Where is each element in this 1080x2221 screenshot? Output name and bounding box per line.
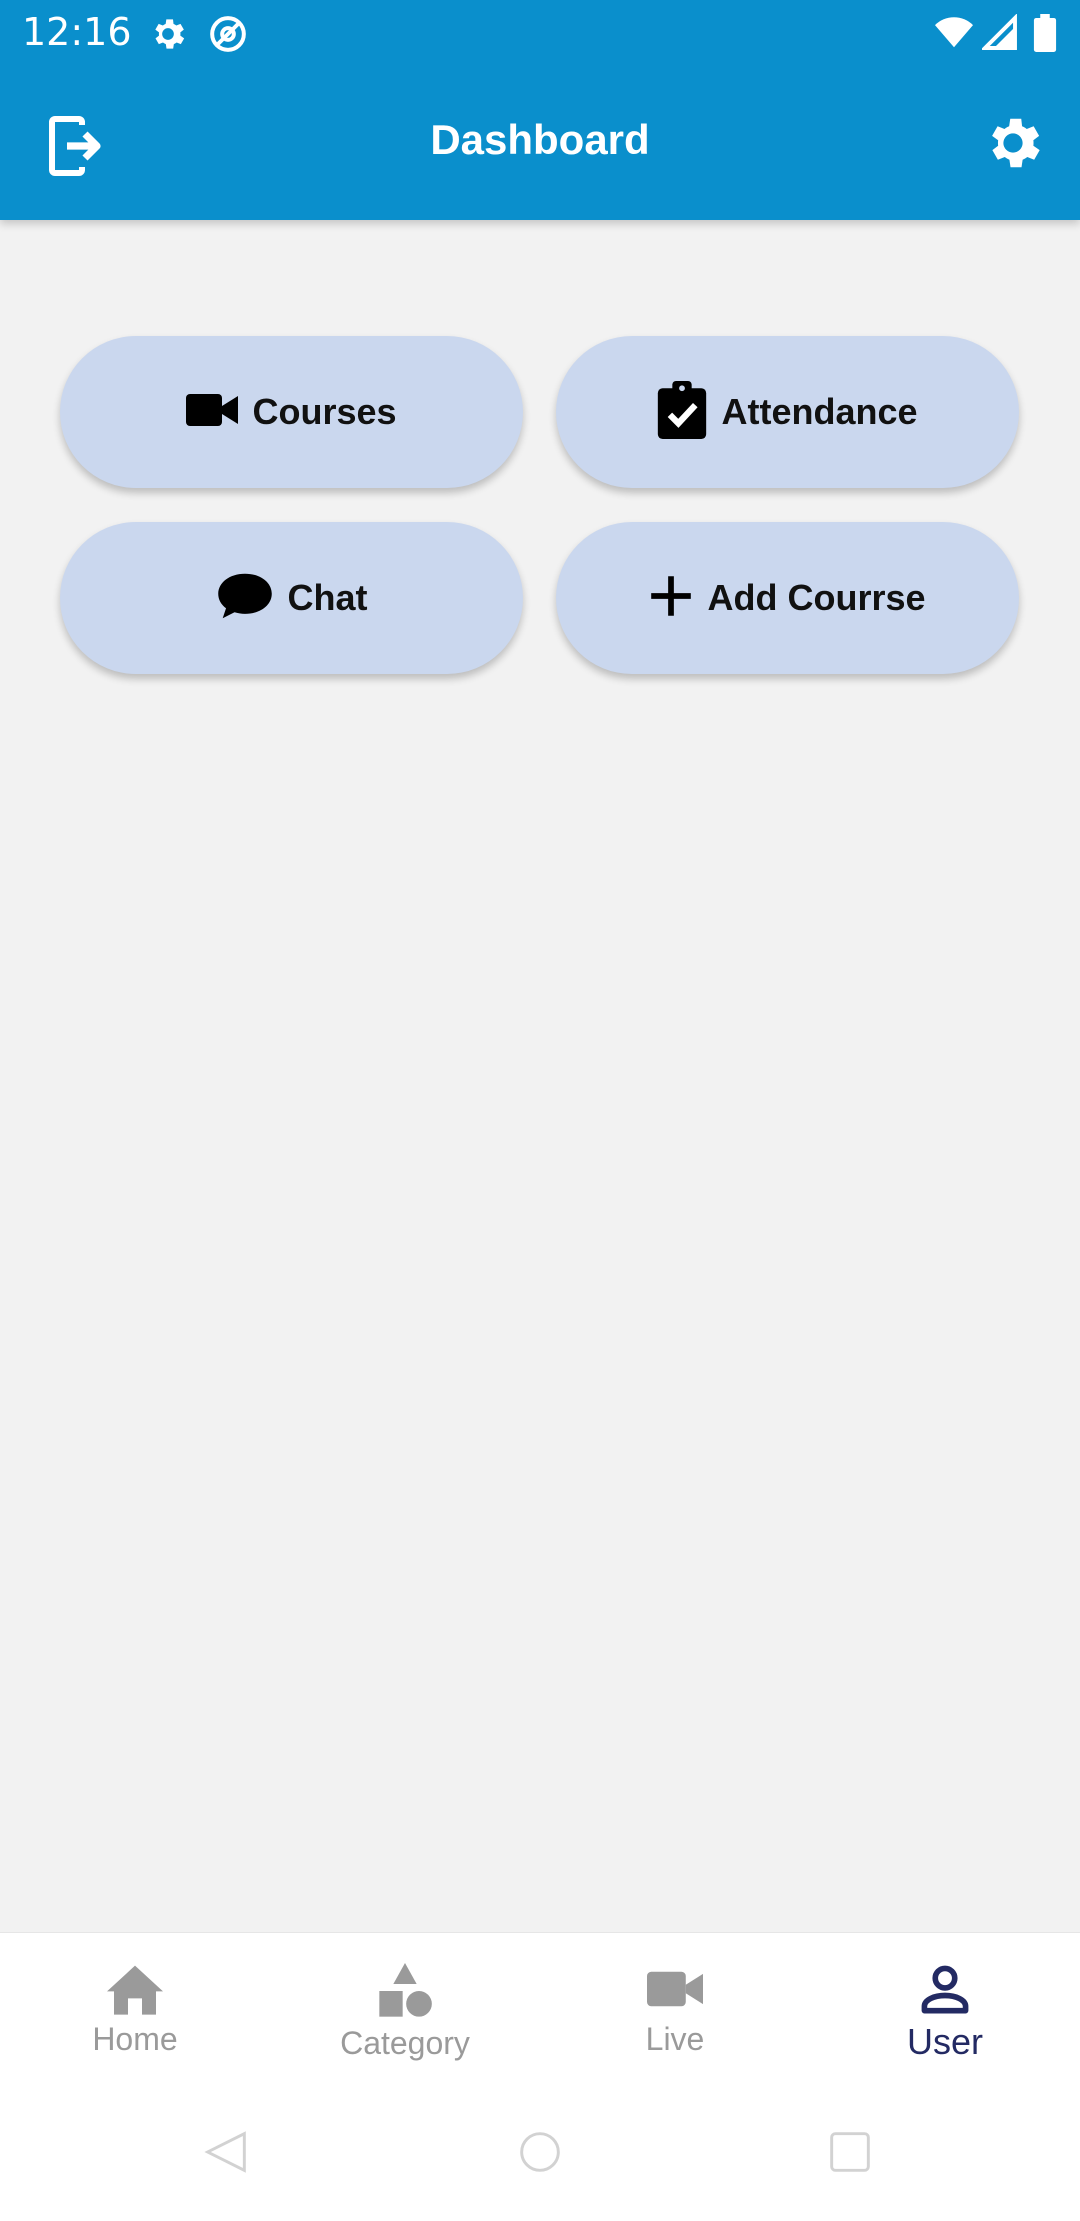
shapes-icon bbox=[270, 1963, 540, 2019]
video-camera-icon bbox=[540, 1963, 810, 2015]
chat-label: Chat bbox=[287, 577, 368, 618]
courses-label: Courses bbox=[252, 391, 397, 432]
battery-icon bbox=[1032, 14, 1058, 57]
nav-item-category[interactable]: Category bbox=[270, 1963, 540, 2093]
chat-button[interactable]: Chat bbox=[60, 522, 523, 674]
status-time: 12:16 bbox=[22, 10, 132, 54]
nav-label-user: User bbox=[906, 2021, 983, 2062]
settings-gear-icon bbox=[148, 14, 188, 59]
app-bar: 12:16 Dashboard bbox=[0, 0, 1080, 220]
courses-button[interactable]: Courses bbox=[60, 336, 523, 488]
nav-item-live[interactable]: Live bbox=[540, 1963, 810, 2093]
nav-item-home[interactable]: Home bbox=[0, 1963, 270, 2093]
page-title: Dashboard bbox=[430, 116, 650, 163]
add-course-label: Add Courrse bbox=[707, 577, 926, 618]
chat-bubble-icon bbox=[216, 570, 274, 627]
at-sign-icon bbox=[208, 14, 248, 59]
wifi-icon bbox=[934, 14, 974, 57]
cell-signal-icon bbox=[980, 13, 1018, 57]
nav-label-category: Category bbox=[340, 2025, 470, 2061]
attendance-label: Attendance bbox=[721, 391, 918, 432]
settings-icon bbox=[980, 118, 1046, 180]
nav-label-live: Live bbox=[645, 2021, 705, 2057]
home-icon bbox=[0, 1963, 270, 2015]
logout-icon bbox=[40, 116, 112, 186]
video-camera-icon bbox=[186, 391, 239, 434]
plus-icon bbox=[649, 574, 693, 623]
attendance-button[interactable]: Attendance bbox=[556, 336, 1019, 488]
settings-button[interactable] bbox=[980, 110, 1052, 182]
add-course-button[interactable]: Add Courrse bbox=[556, 522, 1019, 674]
home-circle-icon[interactable] bbox=[518, 2130, 562, 2179]
back-icon[interactable] bbox=[204, 2130, 248, 2179]
recents-icon[interactable] bbox=[828, 2130, 872, 2179]
user-icon bbox=[810, 1963, 1080, 2015]
nav-item-user[interactable]: User bbox=[810, 1963, 1080, 2093]
nav-label-home: Home bbox=[92, 2021, 178, 2057]
clipboard-check-icon bbox=[657, 380, 707, 444]
